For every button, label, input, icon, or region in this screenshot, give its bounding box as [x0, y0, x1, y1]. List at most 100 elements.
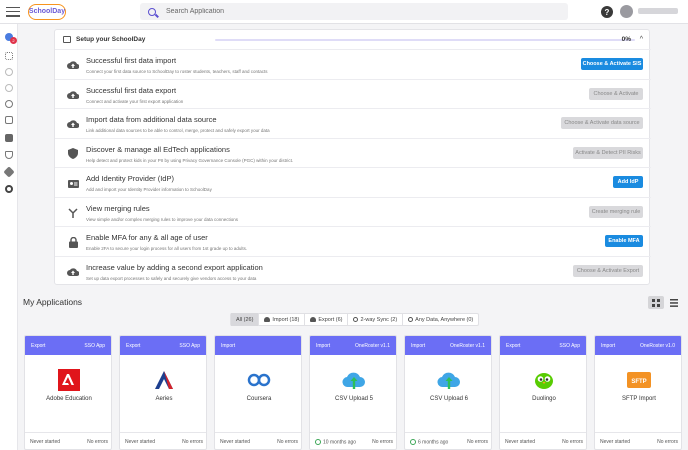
- app-error-status: No errors: [562, 439, 583, 445]
- setup-task: Increase value by adding a second export…: [55, 255, 651, 286]
- sidebar-item-tools[interactable]: [3, 166, 15, 178]
- app-filter-bar: All (26) Import (18) Export (6) 2-way Sync …: [230, 313, 480, 326]
- chevron-up-icon[interactable]: ^: [640, 36, 643, 43]
- menu-icon[interactable]: [6, 6, 20, 17]
- task-action-button[interactable]: Add IdP: [613, 176, 643, 188]
- app-card-header: Export SSO App: [25, 336, 111, 355]
- task-description: Add and import your Identity Provider in…: [86, 187, 212, 192]
- app-name: SFTP Import: [622, 396, 656, 402]
- app-card-header: Import OneRoster v1.0: [595, 336, 681, 355]
- task-description: Enable 2FA to secure your login process …: [86, 246, 248, 251]
- id-card-icon: [67, 177, 79, 189]
- task-description: View simple and/or complex merging rules…: [86, 216, 238, 222]
- app-card-header: Import: [215, 336, 301, 355]
- sidebar-item-apps[interactable]: [5, 52, 13, 60]
- sftp-icon: SFTP: [627, 368, 651, 392]
- task-title: Successful first data export: [86, 85, 177, 95]
- cloud-upload-icon: [67, 266, 79, 278]
- setup-task: Successful first data import Connect your…: [55, 49, 651, 79]
- app-name: CSV Upload 6: [429, 396, 469, 402]
- app-type-label: Export: [506, 342, 521, 349]
- app-name: Aeries: [155, 396, 173, 402]
- app-error-status: No errors: [467, 439, 488, 445]
- search-input[interactable]: [166, 8, 546, 15]
- top-bar: SchoolDay ?: [0, 0, 688, 24]
- app-card-header: Export SSO App: [500, 336, 586, 355]
- app-sync-status: 6 months ago: [410, 438, 448, 445]
- lock-icon: [67, 236, 79, 248]
- check-circle-icon: [315, 438, 321, 445]
- setup-task: View merging rules View simple and/or com…: [55, 196, 651, 227]
- filter-label: All (26): [236, 316, 254, 323]
- sidebar-item-history[interactable]: [5, 100, 13, 108]
- task-action-button: Choose & Activate data source: [561, 117, 643, 129]
- task-description: Connect and activate your first export a…: [86, 98, 184, 104]
- setup-header[interactable]: Setup your SchoolDay 0% ^: [55, 30, 649, 49]
- app-card-footer: Never started No errors: [215, 432, 301, 449]
- app-card[interactable]: Import OneRoster v1.1 CSV Upload 5 10 month…: [309, 335, 397, 450]
- sidebar-item-sync[interactable]: [5, 68, 13, 76]
- notification-badge: 2: [10, 37, 17, 44]
- task-title: Discover & manage all EdTech application…: [86, 144, 230, 154]
- app-tag-label: OneRoster v1.0: [639, 342, 675, 349]
- app-name: Adobe Education: [46, 396, 92, 402]
- app-card-header: Import OneRoster v1.1: [405, 336, 491, 355]
- task-action-button[interactable]: Choose & Activate SIS: [581, 58, 643, 70]
- app-tag-label: OneRoster v1.1: [449, 342, 485, 349]
- setup-task: Enable MFA for any & all age of user Enab…: [55, 226, 651, 256]
- filter-label: Import (18): [272, 316, 300, 323]
- filter-tab[interactable]: 2-way Sync (2): [348, 313, 404, 326]
- app-card-header: Import OneRoster v1.1: [310, 336, 396, 355]
- app-type-label: Import: [601, 342, 616, 349]
- task-description: Connect your first data source to School…: [86, 69, 268, 74]
- schoolday-logo[interactable]: SchoolDay: [28, 3, 66, 20]
- setup-task: Discover & manage all EdTech application…: [55, 137, 651, 168]
- grid-icon: [652, 298, 660, 307]
- setup-task: Successful first data export Connect and …: [55, 78, 651, 109]
- app-error-status: No errors: [87, 439, 108, 445]
- sync-icon: [408, 317, 414, 322]
- app-card[interactable]: Export SSO App Duolingo Never started No err…: [499, 335, 587, 450]
- filter-tab[interactable]: Any Data, Anywhere (0): [403, 313, 478, 326]
- app-sync-status: 10 months ago: [315, 438, 356, 445]
- task-description: Help detect and protect kids in your PII…: [86, 157, 294, 163]
- task-action-button[interactable]: Enable MFA: [605, 235, 643, 247]
- filter-tab[interactable]: All (26): [231, 313, 260, 326]
- filter-tab[interactable]: Export (6): [305, 313, 349, 326]
- sidebar-item-security[interactable]: [5, 151, 13, 159]
- app-name: Coursera: [246, 396, 272, 402]
- list-view-button[interactable]: [666, 296, 682, 309]
- task-title: Add Identity Provider (IdP): [86, 174, 174, 183]
- app-name: Duolingo: [532, 396, 556, 402]
- sidebar-item-database[interactable]: [5, 134, 13, 142]
- setup-progress-bar: [215, 39, 635, 41]
- app-card-footer: Never started No errors: [120, 432, 206, 449]
- grid-view-button[interactable]: [648, 296, 664, 309]
- help-icon[interactable]: ?: [601, 6, 613, 18]
- sync-icon: [353, 317, 359, 322]
- app-sync-status: Never started: [30, 439, 61, 445]
- sidebar-item-import[interactable]: [5, 84, 13, 92]
- app-card-footer: Never started No errors: [500, 432, 586, 449]
- app-card[interactable]: Import Coursera Never started No errors: [214, 335, 302, 450]
- sidebar-item-reports[interactable]: [5, 116, 13, 124]
- task-description: Link additional data sources to be able …: [86, 128, 270, 133]
- task-title: Increase value by adding a second export…: [86, 262, 263, 272]
- app-sync-status: Never started: [125, 439, 156, 445]
- filter-tab[interactable]: Import (18): [259, 313, 306, 326]
- search-bar[interactable]: [140, 3, 568, 20]
- user-name-blurred: [638, 8, 678, 14]
- app-card[interactable]: Export SSO App Adobe Education Never starte…: [24, 335, 112, 450]
- app-card[interactable]: Import OneRoster v1.1 CSV Upload 6 6 months…: [404, 335, 492, 450]
- cloud-upload-icon: [67, 89, 79, 101]
- setup-task: Import data from additional data source L…: [55, 108, 651, 138]
- avatar[interactable]: [620, 5, 633, 18]
- app-card[interactable]: Import OneRoster v1.0 SFTP SFTP Import Never…: [594, 335, 682, 450]
- task-title: Import data from additional data source: [86, 115, 217, 124]
- app-tag-label: SSO App: [179, 342, 200, 349]
- cloud-upload-icon: [342, 368, 366, 392]
- app-card[interactable]: Export SSO App Aeries Never started No error…: [119, 335, 207, 450]
- sidebar-item-support[interactable]: [5, 185, 13, 193]
- task-description: Set up data export processes to safely a…: [86, 275, 257, 281]
- setup-title: Setup your SchoolDay: [76, 36, 146, 43]
